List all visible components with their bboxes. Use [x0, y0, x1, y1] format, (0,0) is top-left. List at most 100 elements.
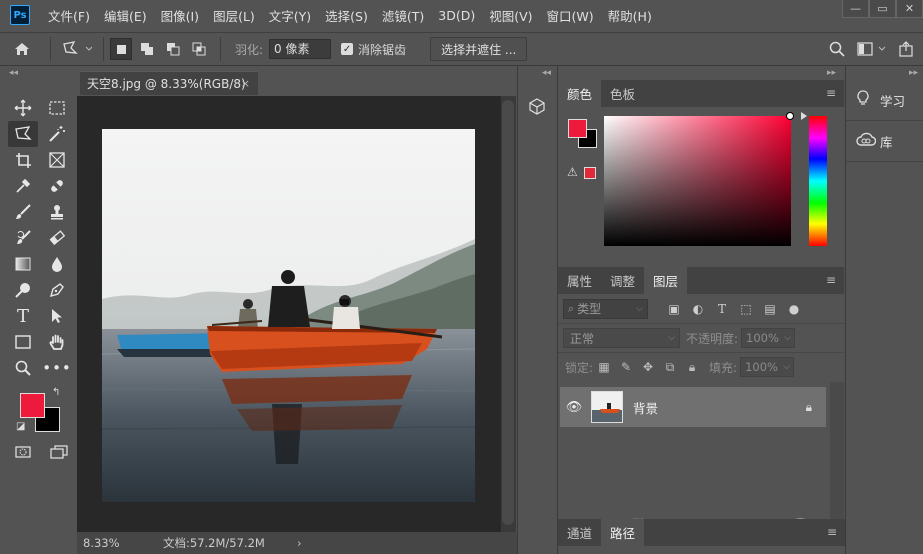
menu-help[interactable]: 帮助(H)	[608, 6, 652, 25]
pen-tool-icon[interactable]	[40, 277, 74, 303]
menu-filter[interactable]: 滤镜(T)	[382, 6, 424, 25]
collapse-toolbar-icon[interactable]: ◂◂	[0, 66, 77, 80]
panel-menu-icon[interactable]: ≡	[826, 273, 836, 287]
expand-dock-icon[interactable]: ◂◂	[518, 66, 556, 80]
close-document-icon[interactable]: ×	[241, 77, 250, 90]
type-layer-filter-icon[interactable]: T	[710, 302, 734, 316]
subtract-from-selection-icon[interactable]	[162, 38, 184, 60]
3d-cube-icon[interactable]	[523, 93, 551, 119]
menu-edit[interactable]: 编辑(E)	[104, 6, 147, 25]
libraries-panel-button[interactable]: 库	[846, 121, 923, 162]
more-tools-icon[interactable]: •••	[40, 355, 74, 381]
gradient-tool-icon[interactable]	[6, 251, 40, 277]
menu-file[interactable]: 文件(F)	[48, 6, 90, 25]
lock-artboard-icon[interactable]: ⧉	[659, 360, 681, 375]
history-brush-tool-icon[interactable]	[6, 225, 40, 251]
scrollbar-thumb[interactable]	[502, 100, 514, 525]
gamut-color-chip[interactable]	[584, 167, 596, 179]
menu-window[interactable]: 窗口(W)	[547, 6, 594, 25]
add-to-selection-icon[interactable]	[136, 38, 158, 60]
tab-swatches[interactable]: 色板	[601, 80, 644, 107]
menu-type[interactable]: 文字(Y)	[269, 6, 311, 25]
lock-image-pixels-icon[interactable]: ✎	[615, 360, 637, 374]
workspace-switcher-icon[interactable]	[857, 42, 887, 56]
brush-tool-icon[interactable]	[6, 199, 40, 225]
healing-brush-tool-icon[interactable]	[40, 173, 74, 199]
stamp-tool-icon[interactable]	[40, 199, 74, 225]
lock-position-icon[interactable]: ✥	[637, 360, 659, 374]
filter-toggle-icon[interactable]: ●	[782, 302, 806, 316]
menu-image[interactable]: 图像(I)	[161, 6, 199, 25]
share-icon[interactable]	[899, 41, 913, 57]
tab-layers[interactable]: 图层	[644, 267, 688, 294]
home-icon[interactable]	[0, 42, 44, 56]
menu-view[interactable]: 视图(V)	[489, 6, 532, 25]
move-tool-icon[interactable]	[6, 95, 40, 121]
opacity-input[interactable]: 100% ⌵	[741, 328, 796, 348]
tab-channels[interactable]: 通道	[558, 519, 601, 546]
shape-layer-filter-icon[interactable]: ⬚	[734, 302, 758, 316]
antialias-checkbox[interactable]: ✓	[341, 43, 354, 55]
visibility-eye-icon[interactable]: 👁︎	[560, 400, 588, 415]
layer-kind-filter-select[interactable]: ⌕ 类型 ⌵	[563, 298, 648, 319]
zoom-tool-icon[interactable]	[6, 355, 40, 381]
layer-row[interactable]: 👁︎ 背景 🔒︎	[560, 387, 826, 427]
learn-panel-button[interactable]: 学习	[846, 80, 923, 121]
search-icon[interactable]	[829, 41, 845, 57]
eraser-tool-icon[interactable]	[40, 225, 74, 251]
tab-color[interactable]: 颜色	[558, 80, 602, 107]
foreground-color-swatch[interactable]	[568, 119, 587, 138]
expand-dock-icon[interactable]: ▸▸	[846, 66, 923, 80]
smart-object-filter-icon[interactable]: ▤	[758, 302, 782, 316]
adjustment-layer-filter-icon[interactable]: ◐	[686, 302, 710, 316]
select-and-mask-button[interactable]: 选择并遮住 ...	[430, 37, 528, 61]
restore-button[interactable]: ▭	[869, 0, 896, 18]
path-selection-tool-icon[interactable]	[40, 303, 74, 329]
panel-menu-icon[interactable]: ≡	[827, 525, 837, 539]
hue-slider[interactable]	[809, 116, 827, 246]
blend-mode-select[interactable]: 正常 ⌵	[563, 328, 680, 348]
lock-transparent-pixels-icon[interactable]: ▦	[593, 360, 615, 374]
crop-tool-icon[interactable]	[6, 147, 40, 173]
foreground-color-swatch[interactable]	[20, 393, 45, 418]
document-tab[interactable]: 天空8.jpg @ 8.33%(RGB/8) ×	[80, 71, 258, 95]
tool-preset-picker-icon[interactable]	[57, 41, 97, 57]
blur-tool-icon[interactable]	[40, 251, 74, 277]
zoom-level[interactable]: 8.33%	[83, 536, 143, 550]
hue-slider-handle[interactable]	[801, 112, 807, 120]
pixel-layer-filter-icon[interactable]: ▣	[662, 302, 686, 316]
hand-tool-icon[interactable]	[40, 329, 74, 355]
tab-adjustments[interactable]: 调整	[601, 267, 644, 294]
minimize-button[interactable]: —	[842, 0, 869, 18]
marquee-tool-icon[interactable]	[40, 95, 74, 121]
type-tool-icon[interactable]: T	[6, 303, 40, 329]
channels-paths-tabs: 通道 路径 ≡	[558, 519, 845, 546]
frame-tool-icon[interactable]	[40, 147, 74, 173]
tab-paths[interactable]: 路径	[601, 519, 645, 546]
layers-scrollbar[interactable]	[830, 382, 844, 532]
eyedropper-tool-icon[interactable]	[6, 173, 40, 199]
quick-mask-icon[interactable]	[12, 439, 34, 465]
fill-input[interactable]: 100% ⌵	[740, 357, 795, 377]
menu-layer[interactable]: 图层(L)	[213, 6, 255, 25]
collapse-panels-icon[interactable]: ▸▸	[558, 66, 844, 80]
menu-3d[interactable]: 3D(D)	[438, 8, 475, 23]
color-saturation-field[interactable]	[604, 116, 791, 246]
swap-colors-icon[interactable]: ↰	[52, 387, 60, 398]
close-window-button[interactable]: ✕	[896, 0, 923, 18]
default-colors-icon[interactable]: ◪	[16, 421, 25, 432]
new-selection-icon[interactable]	[110, 38, 132, 60]
screen-mode-icon[interactable]	[48, 439, 70, 465]
polygonal-lasso-tool-icon[interactable]	[8, 121, 38, 147]
magic-wand-tool-icon[interactable]	[40, 121, 74, 147]
dodge-tool-icon[interactable]	[6, 277, 40, 303]
panel-menu-icon[interactable]: ≡	[826, 86, 836, 100]
lock-all-icon[interactable]: 🔒︎	[681, 360, 703, 375]
status-menu-arrow-icon[interactable]: ›	[297, 536, 302, 550]
tab-properties[interactable]: 属性	[558, 267, 601, 294]
feather-input[interactable]: 0 像素	[269, 39, 332, 59]
intersect-selection-icon[interactable]	[188, 38, 210, 60]
rectangle-tool-icon[interactable]	[6, 329, 40, 355]
menu-select[interactable]: 选择(S)	[325, 6, 368, 25]
color-picker-cursor[interactable]	[786, 112, 794, 120]
